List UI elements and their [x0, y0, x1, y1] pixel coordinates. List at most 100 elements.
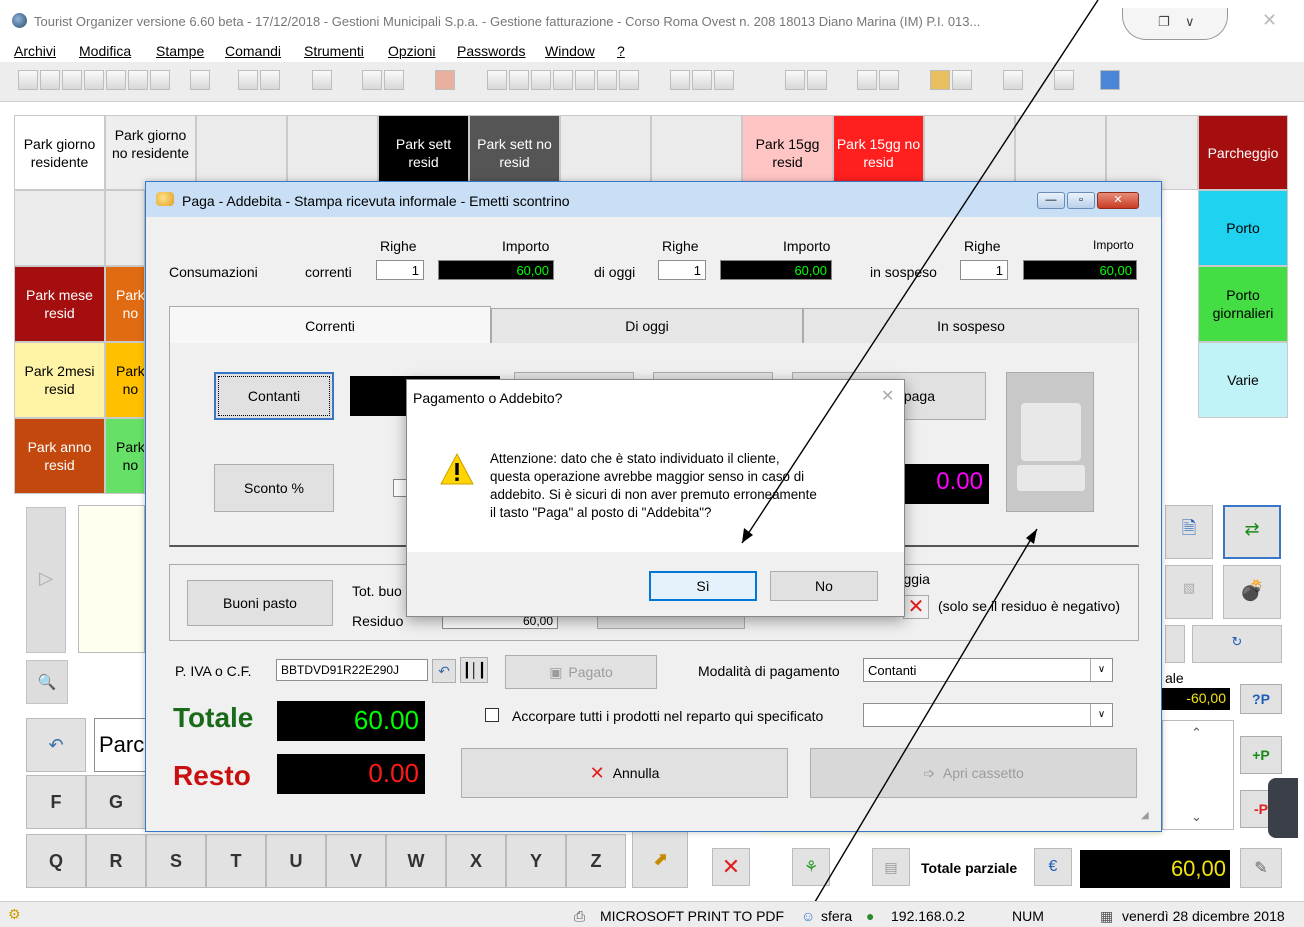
- category-park-15gg-no-resid[interactable]: Park 15gg no resid: [833, 115, 924, 190]
- lock-icon[interactable]: [1100, 70, 1120, 90]
- category-park-sett-no-resid[interactable]: Park sett no resid: [469, 115, 560, 190]
- undo-icon[interactable]: ↶: [26, 718, 86, 772]
- piva-input[interactable]: BBTDVD91R22E290J: [276, 659, 428, 681]
- key-y[interactable]: Y: [506, 834, 566, 888]
- category-varie[interactable]: Varie: [1198, 342, 1288, 418]
- toolbar-tool-icon[interactable]: [84, 70, 104, 90]
- minimize-button[interactable]: —: [1037, 192, 1065, 209]
- toolbar-tool-icon[interactable]: [553, 70, 573, 90]
- contanti-button[interactable]: Contanti: [214, 372, 334, 420]
- side-widget[interactable]: [1268, 778, 1298, 838]
- key-x[interactable]: X: [446, 834, 506, 888]
- category-empty[interactable]: [1106, 115, 1198, 190]
- window-tab-switcher[interactable]: ❐ ∨: [1122, 8, 1228, 40]
- category-park-2mesi-no-resid[interactable]: Park no: [105, 342, 145, 418]
- key-v[interactable]: V: [326, 834, 386, 888]
- toolbar-tool-icon[interactable]: [575, 70, 595, 90]
- key-t[interactable]: T: [206, 834, 266, 888]
- delete-line-icon[interactable]: ✕: [712, 848, 750, 886]
- menu-window[interactable]: Window: [545, 43, 595, 59]
- key-g[interactable]: G: [86, 775, 146, 829]
- key-q[interactable]: Q: [26, 834, 86, 888]
- category-park-giorno-residente[interactable]: Park giorno residente: [14, 115, 105, 190]
- close-window-icon[interactable]: ✕: [1262, 10, 1277, 31]
- menu-opzioni[interactable]: Opzioni: [388, 43, 435, 59]
- sconto-button[interactable]: Sconto %: [214, 464, 334, 512]
- toolbar-tool-icon[interactable]: [190, 70, 210, 90]
- category-park-sett-resid[interactable]: Park sett resid: [378, 115, 469, 190]
- toolbar-tool-icon[interactable]: [785, 70, 805, 90]
- export-icon[interactable]: ⬈: [632, 830, 688, 888]
- toolbar-tool-icon[interactable]: [106, 70, 126, 90]
- resize-grip[interactable]: ◢: [1141, 810, 1155, 824]
- binoculars-icon[interactable]: 🔍: [26, 660, 68, 704]
- toolbar-tool-icon[interactable]: [238, 70, 258, 90]
- category-empty[interactable]: [105, 190, 145, 266]
- category-park-anno-no-resid[interactable]: Park no: [105, 418, 145, 494]
- refresh-icon[interactable]: ↻: [1192, 625, 1282, 663]
- undo-icon[interactable]: ↶: [432, 659, 456, 683]
- category-empty[interactable]: [287, 115, 378, 190]
- menu-strumenti[interactable]: Strumenti: [304, 43, 364, 59]
- category-park-mese-no-resid[interactable]: Park no: [105, 266, 145, 342]
- pencil-icon[interactable]: ✎: [1240, 848, 1282, 888]
- table-icon[interactable]: ▧: [1165, 565, 1213, 619]
- key-z[interactable]: Z: [566, 834, 626, 888]
- user-icon[interactable]: [435, 70, 455, 90]
- annulla-button[interactable]: ✕ Annulla: [461, 748, 788, 798]
- toolbar-tool-icon[interactable]: [128, 70, 148, 90]
- category-empty[interactable]: [560, 115, 651, 190]
- invoice-icon[interactable]: 🗎: [1165, 505, 1213, 559]
- category-porto-giornalieri[interactable]: Porto giornalieri: [1198, 266, 1288, 342]
- menu-help[interactable]: ?: [617, 43, 625, 59]
- dialog-close-button[interactable]: ✕: [1097, 192, 1139, 209]
- key-w[interactable]: W: [386, 834, 446, 888]
- menu-comandi[interactable]: Comandi: [225, 43, 281, 59]
- menu-modifica[interactable]: Modifica: [79, 43, 131, 59]
- accorpare-select[interactable]: ∨: [863, 703, 1113, 727]
- accorpare-checkbox[interactable]: [485, 708, 499, 722]
- category-park-anno-resid[interactable]: Park anno resid: [14, 418, 105, 494]
- toolbar-tool-icon[interactable]: [509, 70, 529, 90]
- category-park-15gg-resid[interactable]: Park 15gg resid: [742, 115, 833, 190]
- toolbar-tool-icon[interactable]: [930, 70, 950, 90]
- chevron-down-icon[interactable]: ∨: [1090, 659, 1112, 681]
- currency-icon[interactable]: €: [1034, 848, 1072, 886]
- restore-icon[interactable]: ❐: [1158, 14, 1170, 30]
- menu-passwords[interactable]: Passwords: [457, 43, 525, 59]
- search-input[interactable]: Parc: [94, 718, 146, 772]
- toolbar-tool-icon[interactable]: [487, 70, 507, 90]
- chevron-down-icon[interactable]: ∨: [1185, 14, 1195, 30]
- category-empty[interactable]: [14, 190, 105, 266]
- key-f[interactable]: F: [26, 775, 86, 829]
- arrotonda-toggle-icon[interactable]: ✕: [903, 595, 929, 619]
- key-s[interactable]: S: [146, 834, 206, 888]
- toolbar-tool-icon[interactable]: [150, 70, 170, 90]
- toolbar-tool-icon[interactable]: [18, 70, 38, 90]
- buoni-pasto-button[interactable]: Buoni pasto: [187, 580, 333, 626]
- category-empty[interactable]: [1015, 115, 1106, 190]
- toolbar-tool-icon[interactable]: [40, 70, 60, 90]
- close-icon[interactable]: ✕: [881, 386, 894, 406]
- bomb-icon[interactable]: 💣: [1223, 565, 1281, 619]
- barcode-icon[interactable]: ┃│┃: [460, 657, 488, 683]
- tab-in-sospeso[interactable]: In sospeso: [803, 308, 1139, 343]
- dollar-icon[interactable]: [619, 70, 639, 90]
- key-u[interactable]: U: [266, 834, 326, 888]
- cash-register-icon[interactable]: [1006, 372, 1094, 512]
- toolbar-tool-icon[interactable]: [692, 70, 712, 90]
- toolbar-tool-icon[interactable]: [362, 70, 382, 90]
- toolbar-tool-icon[interactable]: [62, 70, 82, 90]
- maximize-button[interactable]: ▫: [1067, 192, 1095, 209]
- toolbar-tool-icon[interactable]: [260, 70, 280, 90]
- toolbar-tool-icon[interactable]: [312, 70, 332, 90]
- category-parcheggio[interactable]: Parcheggio: [1198, 115, 1288, 190]
- tab-correnti[interactable]: Correnti: [169, 306, 491, 344]
- money-icon[interactable]: ⚘: [792, 848, 830, 886]
- button-partial[interactable]: [1165, 625, 1185, 663]
- toolbar-tool-icon[interactable]: [807, 70, 827, 90]
- category-empty[interactable]: [196, 115, 287, 190]
- toolbar-tool-icon[interactable]: [857, 70, 877, 90]
- category-park-2mesi-resid[interactable]: Park 2mesi resid: [14, 342, 105, 418]
- toolbar-tool-icon[interactable]: [879, 70, 899, 90]
